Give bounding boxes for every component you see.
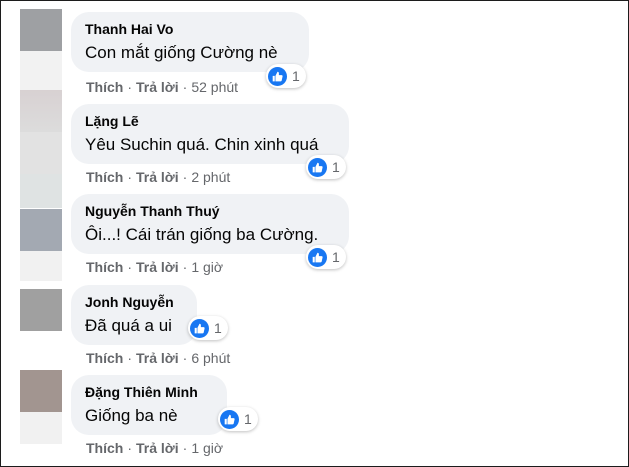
like-icon: [268, 66, 287, 86]
reaction-count: 1: [332, 249, 340, 265]
comment-actions: Thích · Trả lời · 6 phút: [86, 350, 230, 366]
separator-dot: ·: [182, 350, 188, 366]
reaction-count: 1: [244, 411, 252, 427]
avatar[interactable]: [20, 9, 62, 51]
reply-button[interactable]: Trả lời: [136, 259, 179, 275]
avatar-placeholder: [20, 174, 62, 208]
avatar-placeholder: [20, 412, 62, 444]
separator-dot: ·: [127, 350, 133, 366]
reply-button[interactable]: Trả lời: [136, 350, 179, 366]
like-button[interactable]: Thích: [86, 169, 123, 185]
comment-author[interactable]: Nguyễn Thanh Thuý: [85, 203, 335, 220]
comment-bubble: Đặng Thiên Minh Giống ba nè: [71, 375, 227, 435]
like-icon: [220, 409, 239, 429]
separator-dot: ·: [182, 79, 188, 95]
reply-button[interactable]: Trả lời: [136, 169, 179, 185]
reply-button[interactable]: Trả lời: [136, 440, 179, 456]
comment-time[interactable]: 1 giờ: [191, 440, 223, 456]
avatar[interactable]: [20, 370, 62, 412]
separator-dot: ·: [127, 169, 133, 185]
avatar-placeholder: [20, 251, 62, 281]
reaction-count: 1: [214, 320, 222, 336]
avatar[interactable]: [20, 289, 62, 331]
like-button[interactable]: Thích: [86, 440, 123, 456]
reaction-count: 1: [292, 68, 300, 84]
like-button[interactable]: Thích: [86, 350, 123, 366]
reaction-badge[interactable]: 1: [306, 245, 346, 269]
like-icon: [308, 157, 327, 177]
comment-text: Ôi...! Cái trán giống ba Cường.: [85, 225, 319, 244]
comment-text: Giống ba nè: [85, 406, 178, 425]
comment-time[interactable]: 52 phút: [191, 79, 238, 95]
comment-time[interactable]: 1 giờ: [191, 259, 223, 275]
comment-author[interactable]: Lặng Lẽ: [85, 113, 335, 130]
comment-bubble: Jonh Nguyễn Đã quá a ui: [71, 285, 197, 345]
comment-author[interactable]: Thanh Hai Vo: [85, 21, 295, 38]
separator-dot: ·: [127, 79, 133, 95]
like-button[interactable]: Thích: [86, 79, 123, 95]
reaction-badge[interactable]: 1: [266, 64, 306, 88]
comment-actions: Thích · Trả lời · 1 giờ: [86, 259, 223, 275]
comment-author[interactable]: Đặng Thiên Minh: [85, 384, 213, 401]
avatar-shadow-placeholder: [20, 51, 62, 93]
comment-bubble: Thanh Hai Vo Con mắt giống Cường nè: [71, 12, 309, 72]
like-icon: [190, 318, 209, 338]
comment-text: Con mắt giống Cường nè: [85, 43, 278, 62]
comment-actions: Thích · Trả lời · 1 giờ: [86, 440, 223, 456]
comment-bubble: Lặng Lẽ Yêu Suchin quá. Chin xinh quá: [71, 104, 349, 164]
avatar[interactable]: [20, 209, 62, 251]
separator-dot: ·: [182, 169, 188, 185]
like-icon: [308, 247, 327, 267]
reaction-count: 1: [332, 159, 340, 175]
separator-dot: ·: [127, 440, 133, 456]
comment-time[interactable]: 6 phút: [191, 350, 230, 366]
comment-text: Đã quá a ui: [85, 316, 172, 335]
comment-actions: Thích · Trả lời · 52 phút: [86, 79, 238, 95]
comment-text: Yêu Suchin quá. Chin xinh quá: [85, 135, 319, 154]
separator-dot: ·: [182, 440, 188, 456]
reaction-badge[interactable]: 1: [306, 155, 346, 179]
comment-author[interactable]: Jonh Nguyễn: [85, 294, 183, 311]
reaction-badge[interactable]: 1: [218, 407, 258, 431]
like-button[interactable]: Thích: [86, 259, 123, 275]
reaction-badge[interactable]: 1: [188, 316, 228, 340]
comment-bubble: Nguyễn Thanh Thuý Ôi...! Cái trán giống …: [71, 194, 349, 254]
separator-dot: ·: [127, 259, 133, 275]
comments-panel: Thanh Hai Vo Con mắt giống Cường nè 1 Th…: [0, 0, 629, 467]
avatar[interactable]: [20, 90, 62, 132]
separator-dot: ·: [182, 259, 188, 275]
comment-actions: Thích · Trả lời · 2 phút: [86, 169, 230, 185]
avatar-placeholder: [20, 132, 62, 174]
comment-time[interactable]: 2 phút: [191, 169, 230, 185]
reply-button[interactable]: Trả lời: [136, 79, 179, 95]
